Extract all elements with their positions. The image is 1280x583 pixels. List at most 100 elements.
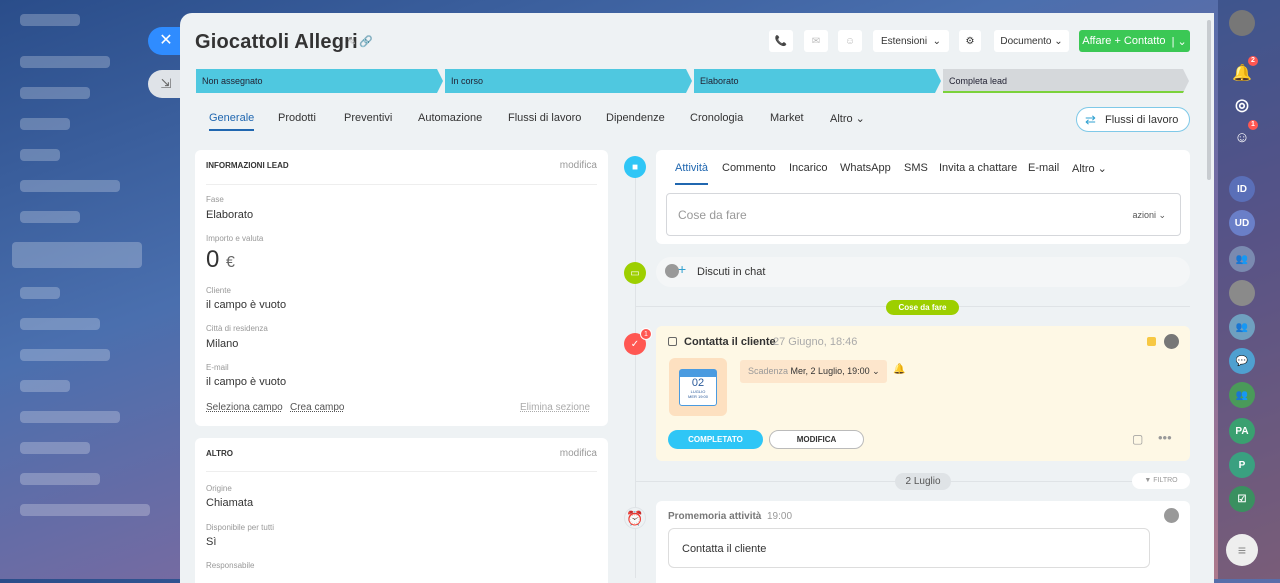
avatar-ud[interactable]: UD xyxy=(1229,210,1255,236)
menu-icon[interactable]: ≡ xyxy=(1226,534,1258,566)
note-icon[interactable]: ▢ xyxy=(1132,432,1143,446)
field-value[interactable]: Sì xyxy=(206,536,216,548)
tab-market[interactable]: Market xyxy=(770,112,804,124)
notifications-icon[interactable]: 🔔 2 xyxy=(1229,56,1258,86)
field-value[interactable]: il campo è vuoto xyxy=(206,299,286,311)
stage-non-assegnato[interactable]: Non assegnato xyxy=(196,69,443,93)
card-title: ALTRO xyxy=(206,449,233,458)
activity-editor: Attività Commento Incarico WhatsApp SMS … xyxy=(656,150,1190,244)
field-label: Disponibile per tutti xyxy=(206,523,275,532)
estensioni-button[interactable]: Estensioni ⌄ xyxy=(873,30,949,52)
stage-in-corso[interactable]: In corso xyxy=(445,69,692,93)
amount-value[interactable]: 0 € xyxy=(206,246,235,274)
azioni-dropdown[interactable]: azioni ⌄ xyxy=(1132,210,1166,221)
chat-icon[interactable]: 💬 xyxy=(1229,348,1255,374)
chat-bubble-icon: ▭ xyxy=(624,262,646,284)
atab-attivita[interactable]: Attività xyxy=(675,162,709,185)
atab-sms[interactable]: SMS xyxy=(904,162,928,174)
atab-altro[interactable]: Altro ⌄ xyxy=(1072,162,1107,175)
tab-altro[interactable]: Altro ⌄ xyxy=(830,112,865,125)
field-value[interactable]: Milano xyxy=(206,338,238,350)
group-chat-icon-2[interactable]: 👥 xyxy=(1229,314,1255,340)
cal-sub: MER 19:00 xyxy=(687,394,708,399)
stage-elaborato[interactable]: Elaborato xyxy=(694,69,941,93)
field-value[interactable]: Chiamata xyxy=(206,497,253,509)
completato-button[interactable]: COMPLETATO xyxy=(668,430,763,449)
card-title: INFORMAZIONI LEAD xyxy=(206,161,289,170)
calendar-icon: 02 LUGLIO MER 19:00 xyxy=(669,358,727,416)
cose-da-fare-tag: Cose da fare xyxy=(886,300,959,315)
tab-cronologia[interactable]: Cronologia xyxy=(690,112,743,124)
date-divider: 2 Luglio xyxy=(895,473,951,490)
filtro-label: FILTRO xyxy=(1153,477,1178,484)
stage-bar: Non assegnato In corso Elaborato Complet… xyxy=(196,69,1189,93)
tab-flussi[interactable]: Flussi di lavoro xyxy=(508,112,581,124)
group-chat-icon[interactable]: 👥 xyxy=(1229,246,1255,272)
mail-icon[interactable]: ✉ xyxy=(804,30,828,52)
modifica-button[interactable]: MODIFICA xyxy=(769,430,864,449)
avatar-photo[interactable] xyxy=(1229,280,1255,306)
reminder-owner-avatar[interactable] xyxy=(1164,508,1179,523)
deadline-selector[interactable]: Scadenza Mer, 2 Luglio, 19:00 ⌄ xyxy=(740,360,887,383)
copilot-icon[interactable]: ◎ xyxy=(1229,92,1255,118)
lead-slider-panel: Giocattoli Allegri ✎ 🔗 📞 ✉ ☺ Estensioni … xyxy=(180,13,1214,583)
filter-icon: ▼ xyxy=(1144,477,1154,484)
select-field-link[interactable]: Seleziona campo xyxy=(206,402,283,413)
group-chat-icon-3[interactable]: 👥 xyxy=(1229,382,1255,408)
tab-automazione[interactable]: Automazione xyxy=(418,112,482,124)
avatar-id[interactable]: ID xyxy=(1229,176,1255,202)
stage-completa-lead[interactable]: Completa lead xyxy=(943,69,1189,93)
altro-card: ALTRO modifica Origine Chiamata Disponib… xyxy=(195,438,608,583)
gear-icon[interactable]: ⚙ xyxy=(959,30,981,52)
activity-icon: ■ xyxy=(624,156,646,178)
atab-email[interactable]: E-mail xyxy=(1028,162,1059,174)
bell-icon[interactable]: 🔔 xyxy=(893,364,905,375)
close-slider-button[interactable]: ✕ xyxy=(148,27,180,55)
card-edit-link[interactable]: modifica xyxy=(560,448,597,459)
task-checkbox[interactable] xyxy=(668,337,677,346)
more-icon[interactable]: ••• xyxy=(1158,430,1172,445)
task-owner-avatar[interactable] xyxy=(1164,334,1179,349)
avatar-pa[interactable]: PA xyxy=(1229,418,1255,444)
flussi-button[interactable]: ⇄ Flussi di lavoro xyxy=(1076,107,1190,132)
alarm-clock-icon: ⏰ xyxy=(624,507,646,529)
reminder-title: Promemoria attività xyxy=(668,511,762,522)
task-icon[interactable]: ☑ xyxy=(1229,486,1255,512)
documento-button[interactable]: Documento ⌄ xyxy=(994,30,1069,52)
filtro-button[interactable]: ▼ FILTRO xyxy=(1132,473,1190,489)
avatar-p[interactable]: P xyxy=(1229,452,1255,478)
atab-incarico[interactable]: Incarico xyxy=(789,162,828,174)
tab-preventivi[interactable]: Preventivi xyxy=(344,112,392,124)
amount-number: 0 xyxy=(206,246,220,273)
discuti-label: Discuti in chat xyxy=(697,266,766,278)
task-title[interactable]: Contatta il cliente xyxy=(684,336,776,348)
field-value[interactable]: Elaborato xyxy=(206,209,253,221)
tab-bar: Generale Prodotti Preventivi Automazione… xyxy=(195,106,1195,136)
chat-icon[interactable]: ☺ xyxy=(838,30,862,52)
atab-commento[interactable]: Commento xyxy=(722,162,776,174)
phone-icon[interactable]: 📞 xyxy=(769,30,793,52)
panel-scrollbar[interactable] xyxy=(1207,20,1211,180)
deadline-value: Mer, 2 Luglio, 19:00 xyxy=(790,366,870,376)
todo-input[interactable]: Cose da fare azioni ⌄ xyxy=(666,193,1181,236)
tab-prodotti[interactable]: Prodotti xyxy=(278,112,316,124)
page-title: Giocattoli Allegri xyxy=(195,31,358,53)
discuti-chat-bar[interactable]: + Discuti in chat xyxy=(656,257,1190,287)
field-value[interactable]: il campo è vuoto xyxy=(206,376,286,388)
card-edit-link[interactable]: modifica xyxy=(560,160,597,171)
tab-altro-label: Altro xyxy=(830,113,853,125)
atab-invita[interactable]: Invita a chattare xyxy=(939,162,1017,174)
reminder-card: Promemoria attività 19:00 Contatta il cl… xyxy=(656,501,1190,583)
tab-dipendenze[interactable]: Dipendenze xyxy=(606,112,665,124)
atab-whatsapp[interactable]: WhatsApp xyxy=(840,162,891,174)
user-avatar[interactable] xyxy=(1229,10,1255,36)
tab-generale[interactable]: Generale xyxy=(209,112,255,131)
delete-section-link[interactable]: Elimina sezione xyxy=(520,402,590,413)
edit-title-icon[interactable]: ✎ 🔗 xyxy=(347,35,373,48)
minimize-slider-button[interactable]: ⇲ xyxy=(148,70,180,98)
affare-contatto-button[interactable]: Affare + Contatto | ⌄ xyxy=(1079,30,1190,52)
workflow-icon: ⇄ xyxy=(1085,112,1096,127)
reminder-time: 19:00 xyxy=(767,511,793,522)
create-field-link[interactable]: Crea campo xyxy=(290,402,344,413)
messenger-icon[interactable]: ☺ 1 xyxy=(1229,120,1258,150)
